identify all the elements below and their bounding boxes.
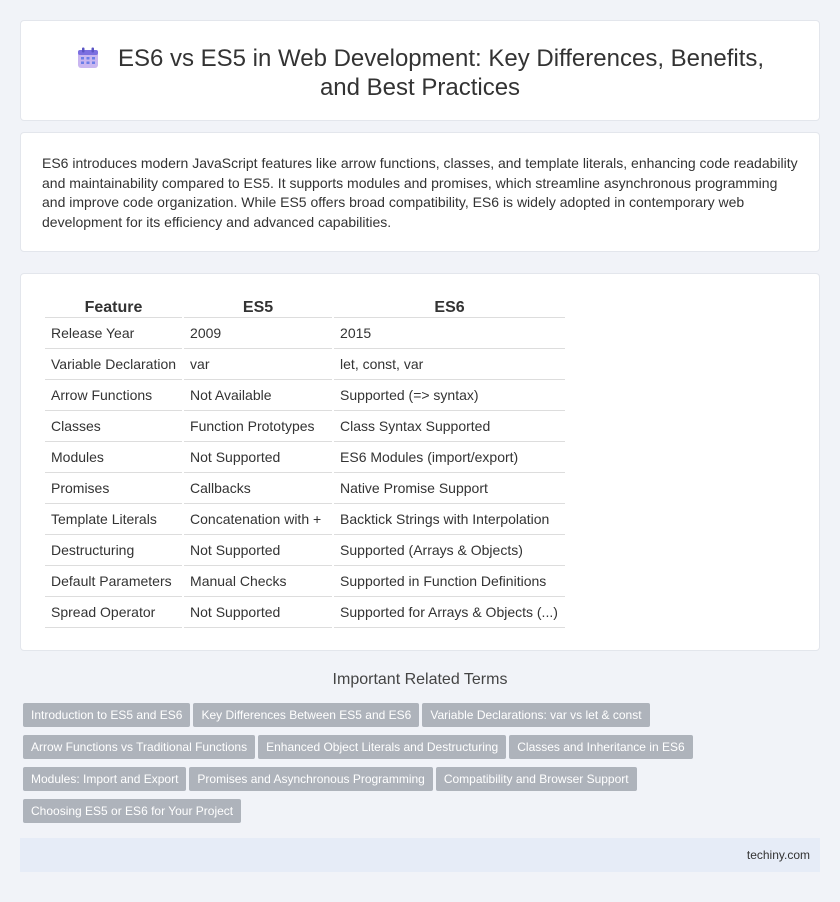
- related-term-tag[interactable]: Introduction to ES5 and ES6: [23, 703, 191, 727]
- cell-feature: Release Year: [45, 318, 183, 349]
- footer-site[interactable]: techiny.com: [747, 848, 810, 862]
- cell-es5: Manual Checks: [184, 566, 333, 597]
- cell-es6: Supported in Function Definitions: [334, 566, 566, 597]
- cell-feature: Variable Declaration: [45, 349, 183, 380]
- related-terms-title: Important Related Terms: [332, 671, 508, 688]
- related-term-tag[interactable]: Variable Declarations: var vs let & cons…: [422, 703, 650, 727]
- related-term-tag[interactable]: Arrow Functions vs Traditional Functions: [23, 735, 256, 759]
- cell-es6: Class Syntax Supported: [334, 411, 566, 442]
- related-term-tag[interactable]: Promises and Asynchronous Programming: [189, 767, 433, 791]
- page-title-text: ES6 vs ES5 in Web Development: Key Diffe…: [117, 45, 765, 101]
- table-row: Template Literals Concatenation with + Bac…: [45, 504, 566, 535]
- comparison-table: Feature ES5 ES6 Release Year 2009 2015 Vari…: [43, 293, 567, 628]
- cell-feature: Promises: [45, 473, 183, 504]
- cell-es5: Concatenation with +: [184, 504, 333, 535]
- table-row: Destructuring Not Supported Supported (Arr…: [45, 535, 566, 566]
- summary-text: ES6 introduces modern JavaScript feature…: [42, 155, 798, 230]
- cell-es5: Not Available: [184, 380, 333, 411]
- cell-feature: Template Literals: [45, 504, 183, 535]
- cell-es5: var: [184, 349, 333, 380]
- header-es5: ES5: [184, 293, 333, 318]
- cell-es6: Supported (Arrays & Objects): [334, 535, 566, 566]
- header-card: ES6 vs ES5 in Web Development: Key Diffe…: [20, 20, 820, 121]
- cell-feature: Modules: [45, 442, 183, 473]
- cell-es6: Native Promise Support: [334, 473, 566, 504]
- related-terms-list: Introduction to ES5 and ES6 Key Differenc…: [23, 703, 813, 831]
- cell-es5: 2009: [184, 318, 333, 349]
- related-term-tag[interactable]: Classes and Inheritance in ES6: [509, 735, 693, 759]
- cell-es6: ES6 Modules (import/export): [334, 442, 566, 473]
- table-row: Default Parameters Manual Checks Supported…: [45, 566, 566, 597]
- cell-es5: Callbacks: [184, 473, 333, 504]
- calendar-icon: [76, 46, 100, 70]
- table-row: Variable Declaration var let, const, var: [45, 349, 566, 380]
- table-card: Feature ES5 ES6 Release Year 2009 2015 Vari…: [20, 273, 820, 651]
- table-header-row: Feature ES5 ES6: [45, 293, 566, 318]
- cell-es6: Backtick Strings with Interpolation: [334, 504, 566, 535]
- cell-feature: Spread Operator: [45, 597, 183, 628]
- related-term-tag[interactable]: Compatibility and Browser Support: [435, 767, 637, 791]
- cell-es6: Supported (=> syntax): [334, 380, 566, 411]
- cell-es5: Not Supported: [184, 442, 333, 473]
- table-row: Spread Operator Not Supported Supported fo…: [45, 597, 566, 628]
- related-term-tag[interactable]: Enhanced Object Literals and Destructuri…: [258, 735, 507, 759]
- cell-es6: let, const, var: [334, 349, 566, 380]
- related-term-tag[interactable]: Key Differences Between ES5 and ES6: [193, 703, 420, 727]
- cell-feature: Classes: [45, 411, 183, 442]
- summary-card: ES6 introduces modern JavaScript feature…: [20, 132, 820, 252]
- header-feature: Feature: [45, 293, 183, 318]
- cell-es6: 2015: [334, 318, 566, 349]
- table-row: Promises Callbacks Native Promise Support: [45, 473, 566, 504]
- table-row: Release Year 2009 2015: [45, 318, 566, 349]
- table-row: Classes Function Prototypes Class Syntax S…: [45, 411, 566, 442]
- cell-es6: Supported for Arrays & Objects (...): [334, 597, 566, 628]
- table-row: Modules Not Supported ES6 Modules (import/…: [45, 442, 566, 473]
- cell-es5: Not Supported: [184, 535, 333, 566]
- cell-feature: Arrow Functions: [45, 380, 183, 411]
- page-title: ES6 vs ES5 in Web Development: Key Diffe…: [60, 44, 780, 102]
- related-term-tag[interactable]: Choosing ES5 or ES6 for Your Project: [23, 799, 242, 823]
- cell-feature: Destructuring: [45, 535, 183, 566]
- footer: techiny.com: [20, 838, 820, 872]
- cell-es5: Function Prototypes: [184, 411, 333, 442]
- cell-feature: Default Parameters: [45, 566, 183, 597]
- related-term-tag[interactable]: Modules: Import and Export: [23, 767, 187, 791]
- table-row: Arrow Functions Not Available Supported (=…: [45, 380, 566, 411]
- cell-es5: Not Supported: [184, 597, 333, 628]
- header-es6: ES6: [334, 293, 566, 318]
